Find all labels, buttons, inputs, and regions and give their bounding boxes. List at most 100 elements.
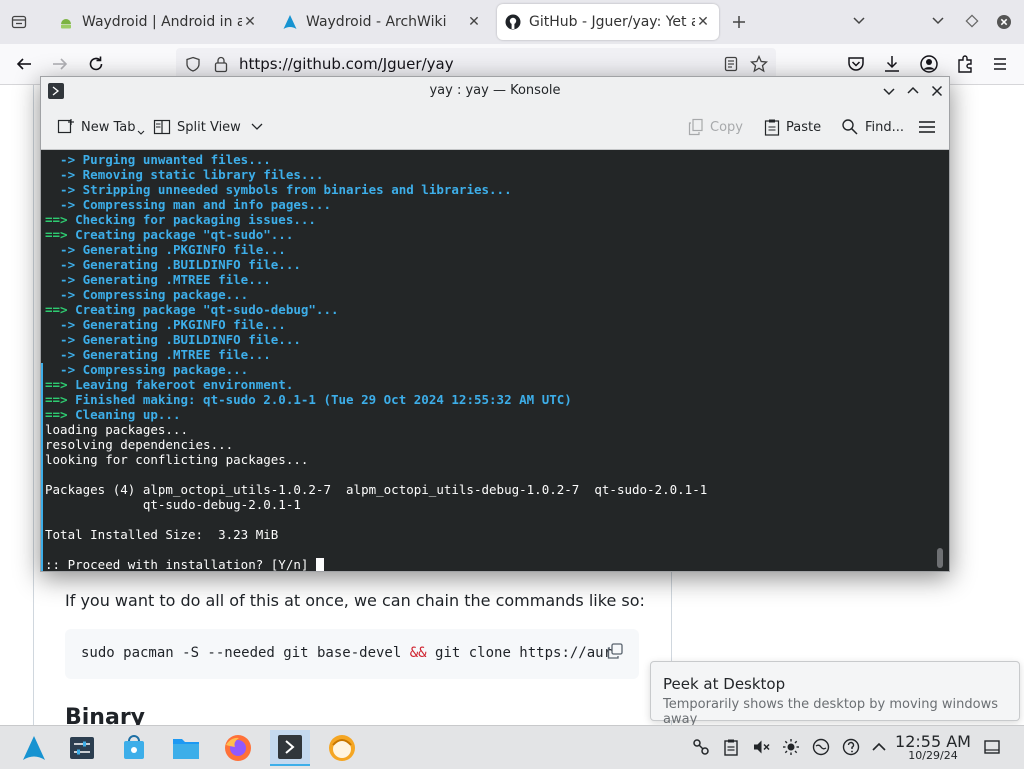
split-view-label: Split View <box>177 119 241 135</box>
terminal-line-text: Compressing man and info pages... <box>82 197 331 212</box>
close-tab-icon[interactable]: ✕ <box>695 14 711 30</box>
copy-icon <box>688 118 704 136</box>
peek-at-desktop-icon[interactable] <box>983 738 1001 756</box>
terminal-line-text: Generating .PKGINFO file... <box>82 242 286 257</box>
reload-icon[interactable] <box>86 54 106 74</box>
volume-muted-icon[interactable] <box>752 738 770 756</box>
back-icon[interactable] <box>14 54 34 74</box>
terminal-line-prefix: -> <box>45 197 83 212</box>
terminal-line-prefix: ==> <box>45 227 76 242</box>
terminal-line-text: Total Installed Size: 3.23 MiB <box>45 527 279 542</box>
terminal-line: -> Compressing package... <box>45 287 248 302</box>
close-tab-icon[interactable]: ✕ <box>242 14 258 30</box>
terminal-scrollbar[interactable] <box>937 548 943 568</box>
diamond-icon[interactable] <box>965 14 979 28</box>
octopi-icon[interactable] <box>322 730 362 766</box>
downloads-icon[interactable] <box>882 54 902 74</box>
bookmark-star-icon[interactable] <box>750 55 768 73</box>
tab-title: GitHub - Jguer/yay: Yet another Yogurt <box>529 14 695 30</box>
minimize-icon[interactable] <box>881 83 897 99</box>
code-text: sudo pacman -S --needed git base-devel &… <box>81 645 612 661</box>
digital-clock[interactable]: 12:55 AM 10/29/24 <box>893 732 973 762</box>
paste-label: Paste <box>786 119 822 135</box>
app-launcher-icon[interactable] <box>14 730 54 766</box>
maximize-icon[interactable] <box>905 83 921 99</box>
terminal-cursor <box>315 558 324 571</box>
copy-code-icon[interactable] <box>606 642 624 660</box>
arch-icon <box>282 14 298 30</box>
terminal-line: -> Compressing man and info pages... <box>45 197 331 212</box>
konsole-icon[interactable] <box>270 730 310 766</box>
terminal-line: -> Generating .MTREE file... <box>45 272 271 287</box>
tooltip-title: Peek at Desktop <box>663 675 786 693</box>
konsole-titlebar[interactable]: yay : yay — Konsole <box>41 77 949 105</box>
tab-github-yay[interactable]: GitHub - Jguer/yay: Yet another Yogurt ✕ <box>497 4 719 40</box>
terminal-selection-marker <box>41 363 43 571</box>
terminal-line-prefix: -> <box>45 362 83 377</box>
lock-icon[interactable] <box>213 55 229 73</box>
tracking-protection-icon[interactable] <box>185 56 201 72</box>
help-icon[interactable] <box>842 738 860 756</box>
terminal-line-prefix: -> <box>45 272 83 287</box>
terminal-line-text: Creating package "qt-sudo"... <box>75 227 294 242</box>
terminal-line-text: looking for conflicting packages... <box>45 452 309 467</box>
terminal-line-text: Compressing package... <box>82 287 249 302</box>
copy-button[interactable]: Copy <box>688 117 743 137</box>
system-settings-icon[interactable] <box>62 730 102 766</box>
terminal-output[interactable]: -> Purging unwanted files... -> Removing… <box>41 150 949 571</box>
github-icon <box>505 14 521 30</box>
waydroid-icon <box>58 14 74 30</box>
firefox-icon[interactable] <box>218 730 258 766</box>
terminal-line-text: Generating .MTREE file... <box>82 272 271 287</box>
close-icon[interactable] <box>929 83 945 99</box>
terminal-line: Packages (4) alpm_octopi_utils-1.0.2-7 a… <box>45 482 707 497</box>
konsole-window[interactable]: yay : yay — Konsole New Tab Split View C… <box>40 76 950 572</box>
terminal-line-text: Generating .PKGINFO file... <box>82 317 286 332</box>
forward-icon[interactable] <box>50 54 70 74</box>
terminal-line: -> Generating .PKGINFO file... <box>45 317 286 332</box>
new-tab-button[interactable]: New Tab <box>57 117 151 137</box>
brightness-icon[interactable] <box>782 738 800 756</box>
menu-icon[interactable] <box>990 54 1010 74</box>
taskbar: 12:55 AM 10/29/24 <box>0 725 1024 769</box>
terminal-line-prefix: -> <box>45 317 83 332</box>
kde-connect-icon[interactable] <box>692 738 710 756</box>
terminal-line: ==> Cleaning up... <box>45 407 180 422</box>
terminal-line-text: Generating .BUILDINFO file... <box>82 332 301 347</box>
tab-waydroid[interactable]: Waydroid | Android in a Linux container … <box>50 4 266 40</box>
browser-tab-bar: Waydroid | Android in a Linux container … <box>0 0 1024 44</box>
tooltip-subtitle: Temporarily shows the desktop by moving … <box>663 697 998 727</box>
terminal-line: ==> Creating package "qt-sudo-debug"... <box>45 302 339 317</box>
extensions-icon[interactable] <box>955 54 975 74</box>
clipboard-icon[interactable] <box>722 738 740 756</box>
network-icon[interactable] <box>812 738 830 756</box>
terminal-line-prefix: -> <box>45 167 83 182</box>
close-tab-icon[interactable]: ✕ <box>466 14 482 30</box>
show-hidden-icons-icon[interactable] <box>870 738 888 756</box>
files-icon[interactable] <box>166 730 206 766</box>
paste-icon <box>764 118 780 136</box>
terminal-line: -> Generating .BUILDINFO file... <box>45 257 301 272</box>
terminal-line: ==> Finished making: qt-sudo 2.0.1-1 (Tu… <box>45 392 572 407</box>
list-all-tabs-icon[interactable] <box>852 16 866 26</box>
chevron-down-icon[interactable] <box>931 16 945 26</box>
discover-icon[interactable] <box>114 730 154 766</box>
reader-view-icon[interactable] <box>723 56 739 72</box>
terminal-line-text: Stripping unneeded symbols from binaries… <box>82 182 512 197</box>
terminal-line-text: Cleaning up... <box>75 407 181 422</box>
terminal-line: ==> Checking for packaging issues... <box>45 212 316 227</box>
close-window-icon[interactable] <box>996 14 1012 30</box>
find-button[interactable]: Find... <box>841 117 904 137</box>
paste-button[interactable]: Paste <box>764 117 821 137</box>
search-icon <box>841 118 859 136</box>
pocket-icon[interactable] <box>846 54 866 74</box>
split-view-button[interactable]: Split View <box>153 117 269 137</box>
tab-title: Waydroid | Android in a Linux container <box>82 14 242 30</box>
hamburger-menu-icon[interactable] <box>918 119 936 135</box>
account-icon[interactable] <box>919 54 939 74</box>
terminal-line-prefix: ==> <box>45 212 76 227</box>
tab-list-icon[interactable] <box>11 14 27 30</box>
code-segment: sudo pacman -S --needed git base-devel <box>81 645 410 661</box>
tab-archwiki[interactable]: Waydroid - ArchWiki ✕ <box>274 4 490 40</box>
new-tab-icon[interactable] <box>731 14 747 30</box>
